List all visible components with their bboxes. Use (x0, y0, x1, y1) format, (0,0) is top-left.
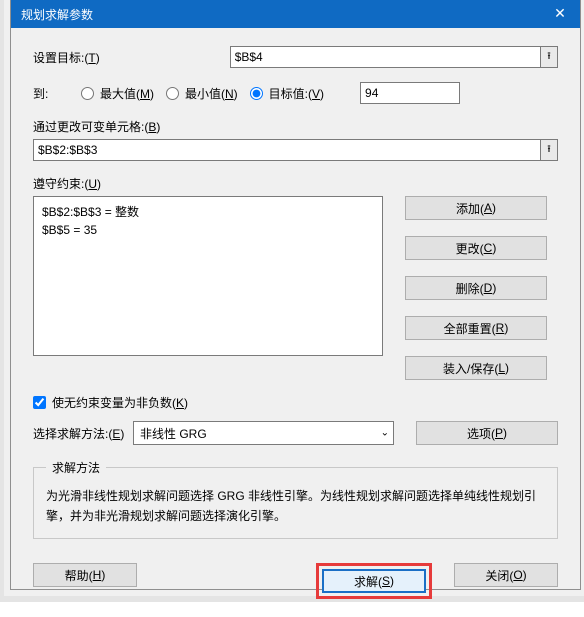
dialog-body: 设置目标:(T) ⭱ 到: 最大值(M) 最小值(N) (11, 28, 580, 549)
method-description: 为光滑非线性规划求解问题选择 GRG 非线性引擎。为线性规划求解问题选择单纯线性… (46, 486, 545, 526)
set-target-label: 设置目标:(T) (33, 49, 100, 66)
method-legend: 求解方法 (46, 459, 106, 476)
list-item[interactable]: $B$5 = 35 (42, 221, 374, 239)
reset-all-button[interactable]: 全部重置(R) (405, 316, 547, 340)
delete-button[interactable]: 删除(D) (405, 276, 547, 300)
close-button[interactable]: 关闭(O) (454, 563, 558, 587)
method-select-label: 选择求解方法:(E) (33, 425, 133, 442)
to-label: 到: (33, 85, 81, 102)
constraints-label: 遵守约束:(U) (33, 175, 101, 192)
options-button[interactable]: 选项(P) (416, 421, 558, 445)
change-button[interactable]: 更改(C) (405, 236, 547, 260)
help-button[interactable]: 帮助(H) (33, 563, 137, 587)
target-refedit-icon[interactable]: ⭱ (540, 46, 558, 68)
radio-max[interactable]: 最大值(M) (81, 85, 154, 102)
solver-dialog: 规划求解参数 ✕ 设置目标:(T) ⭱ 到: 最大值(M) (10, 0, 581, 590)
method-select[interactable]: 非线性 GRG ⌄ (133, 421, 394, 445)
target-input[interactable] (230, 46, 541, 68)
list-item[interactable]: $B$2:$B$3 = 整数 (42, 203, 374, 221)
dialog-footer: 帮助(H) 求解(S) 关闭(O) (11, 549, 580, 617)
load-save-button[interactable]: 装入/保存(L) (405, 356, 547, 380)
changing-cells-input[interactable] (33, 139, 541, 161)
radio-min[interactable]: 最小值(N) (166, 85, 238, 102)
chevron-down-icon: ⌄ (381, 428, 389, 439)
close-icon[interactable]: ✕ (540, 0, 580, 28)
nonneg-checkbox[interactable]: 使无约束变量为非负数(K) (33, 394, 188, 411)
titlebar: 规划求解参数 ✕ (11, 0, 580, 28)
method-fieldset: 求解方法 为光滑非线性规划求解问题选择 GRG 非线性引擎。为线性规划求解问题选… (33, 459, 558, 539)
changing-refedit-icon[interactable]: ⭱ (540, 139, 558, 161)
radio-value-of[interactable]: 目标值:(V) (250, 85, 324, 102)
dialog-title: 规划求解参数 (21, 6, 540, 23)
add-button[interactable]: 添加(A) (405, 196, 547, 220)
solve-button[interactable]: 求解(S) (322, 569, 426, 593)
by-changing-label: 通过更改可变单元格:(B) (33, 118, 160, 135)
constraints-listbox[interactable]: $B$2:$B$3 = 整数 $B$5 = 35 (33, 196, 383, 356)
solve-highlight: 求解(S) (316, 563, 432, 599)
target-value-input[interactable] (360, 82, 460, 104)
